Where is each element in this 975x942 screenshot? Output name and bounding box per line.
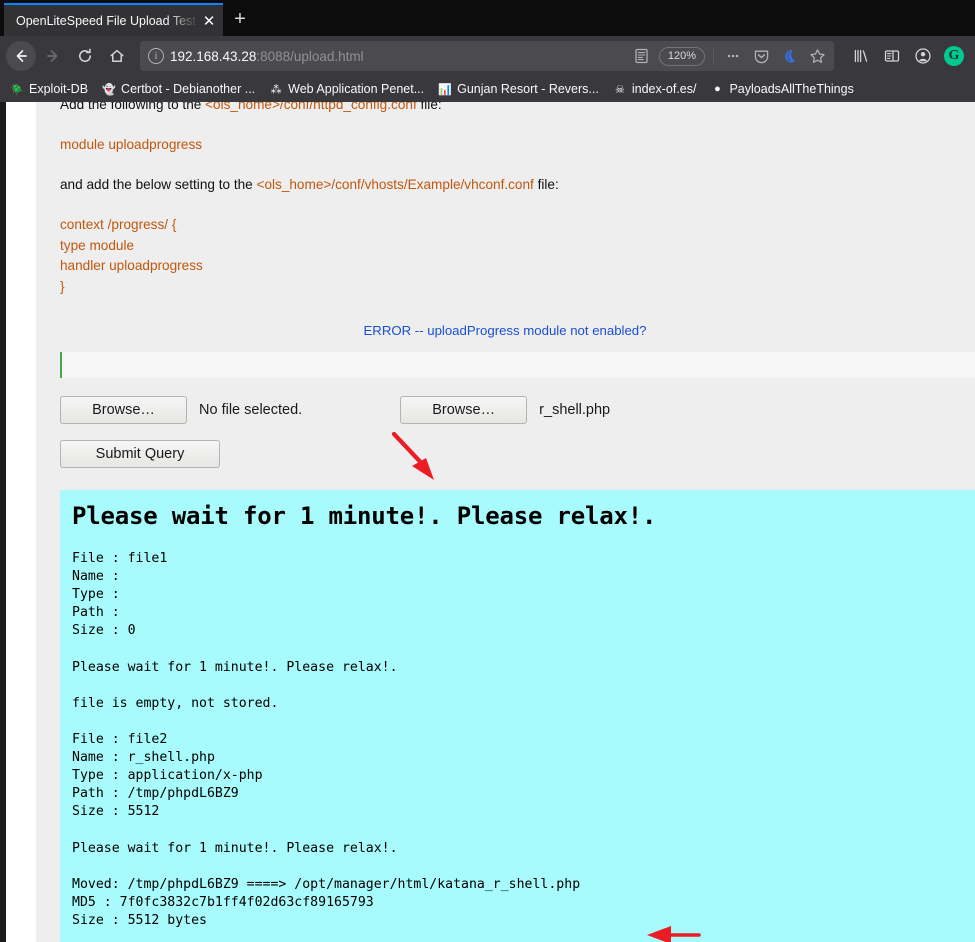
generic-page-icon: ⁂ bbox=[270, 83, 282, 96]
instruction-text-2b: file: bbox=[533, 177, 559, 193]
bookmark-payloadsallthethings[interactable]: ● PayloadsAllTheThings bbox=[704, 80, 859, 98]
browser-actions-toolbar: G bbox=[842, 41, 969, 71]
error-message: ERROR -- uploadProgress module not enabl… bbox=[363, 323, 647, 339]
url-path: :8088/upload.html bbox=[256, 48, 364, 64]
skull-icon: ☠ bbox=[614, 83, 625, 96]
github-icon: ● bbox=[714, 83, 721, 95]
instruction-line-1: Add the following to the <ols_home>/conf… bbox=[60, 102, 975, 113]
page-left-gutter bbox=[6, 102, 36, 942]
bookmark-exploit-db[interactable]: 🪲 Exploit-DB bbox=[4, 80, 94, 98]
instruction-line-2: and add the below setting to the <ols_ho… bbox=[60, 177, 975, 193]
submit-query-button[interactable]: Submit Query bbox=[60, 440, 220, 469]
upload-result-output: Please wait for 1 minute!. Please relax!… bbox=[60, 490, 975, 942]
extension-icon[interactable]: G bbox=[939, 41, 969, 71]
toolbar-divider bbox=[713, 47, 714, 65]
output-heading: Please wait for 1 minute!. Please relax!… bbox=[72, 502, 657, 531]
back-icon[interactable] bbox=[6, 41, 36, 71]
module-directive-block: module uploadprogress bbox=[60, 137, 203, 153]
bookmark-web-application-penetration[interactable]: ⁂ Web Application Penet... bbox=[263, 80, 430, 98]
httpd-config-path: <ols_home>/conf/httpd_config.conf bbox=[205, 102, 417, 112]
extension-glyph: G bbox=[944, 46, 964, 66]
navigation-toolbar: i 192.168.43.28:8088/upload.html 120% G bbox=[0, 36, 975, 76]
library-icon[interactable] bbox=[846, 41, 876, 71]
output-body: File : file1 Name : Type : Path : Size :… bbox=[72, 551, 581, 928]
bookmark-label: Certbot - Debianother ... bbox=[121, 82, 256, 96]
bookmark-index-of-es[interactable]: ☠ index-of.es/ bbox=[607, 80, 703, 98]
instruction-text-2a: and add the below setting to the bbox=[60, 177, 257, 193]
upload-instructions: Add the following to the <ols_home>/conf… bbox=[36, 102, 975, 338]
container-tabs-icon[interactable] bbox=[776, 43, 802, 69]
file-input-row: Browse… No file selected. Browse… r_shel… bbox=[60, 396, 975, 425]
site-info-icon[interactable]: i bbox=[148, 48, 164, 64]
context-directive-block: context /progress/ { type module handler… bbox=[60, 217, 203, 294]
pocket-icon[interactable] bbox=[748, 43, 774, 69]
account-avatar-icon[interactable] bbox=[908, 41, 938, 71]
browse-button-file1[interactable]: Browse… bbox=[60, 396, 187, 425]
tab-title: OpenLiteSpeed File Upload Test bbox=[16, 13, 196, 28]
web-page-content: Add the following to the <ols_home>/conf… bbox=[36, 102, 975, 942]
ghost-icon: 👻 bbox=[102, 83, 116, 96]
browser-window: OpenLiteSpeed File Upload Test ✕ + i 192… bbox=[0, 0, 975, 942]
bookmark-label: Web Application Penet... bbox=[288, 82, 425, 96]
bug-icon: 🪲 bbox=[10, 83, 24, 96]
instruction-text-1a: Add the following to the bbox=[60, 102, 206, 112]
url-text: 192.168.43.28:8088/upload.html bbox=[170, 49, 623, 64]
file1-selected-label: No file selected. bbox=[199, 402, 303, 419]
vhconf-path: <ols_home>/conf/vhosts/Example/vhconf.co… bbox=[256, 177, 534, 193]
address-bar[interactable]: i 192.168.43.28:8088/upload.html 120% bbox=[140, 41, 834, 71]
instruction-text-1b: file: bbox=[416, 102, 442, 112]
home-icon[interactable] bbox=[102, 41, 132, 71]
bookmark-star-icon[interactable] bbox=[804, 43, 830, 69]
new-tab-button[interactable]: + bbox=[223, 3, 257, 36]
address-bar-icons: 120% bbox=[629, 43, 830, 69]
bar-chart-icon: 📊 bbox=[438, 83, 452, 96]
tab-openlitespeed-file-upload[interactable]: OpenLiteSpeed File Upload Test ✕ bbox=[4, 3, 223, 36]
zoom-level-badge[interactable]: 120% bbox=[658, 46, 705, 66]
upload-progress-bar bbox=[60, 352, 975, 379]
reload-icon[interactable] bbox=[70, 41, 100, 71]
page-actions-icon[interactable] bbox=[720, 43, 746, 69]
bookmark-label: Exploit-DB bbox=[29, 82, 89, 96]
forward-icon[interactable] bbox=[38, 41, 68, 71]
reader-view-icon[interactable] bbox=[629, 43, 655, 69]
bookmark-label: PayloadsAllTheThings bbox=[729, 82, 854, 96]
browse-button-file2[interactable]: Browse… bbox=[400, 396, 528, 425]
file2-selected-label: r_shell.php bbox=[539, 402, 611, 419]
tab-strip: OpenLiteSpeed File Upload Test ✕ + bbox=[0, 0, 975, 36]
bookmark-gunjan-resort[interactable]: 📊 Gunjan Resort - Revers... bbox=[432, 80, 605, 98]
sidebar-panel-icon[interactable] bbox=[877, 41, 907, 71]
bookmark-certbot[interactable]: 👻 Certbot - Debianother ... bbox=[96, 80, 261, 98]
page-viewport: Add the following to the <ols_home>/conf… bbox=[0, 102, 975, 942]
bookmark-label: index-of.es/ bbox=[631, 82, 697, 96]
bookmark-label: Gunjan Resort - Revers... bbox=[457, 82, 599, 96]
bookmarks-bar: 🪲 Exploit-DB 👻 Certbot - Debianother ...… bbox=[0, 76, 975, 102]
close-icon[interactable]: ✕ bbox=[199, 11, 219, 31]
url-host: 192.168.43.28 bbox=[170, 48, 257, 64]
